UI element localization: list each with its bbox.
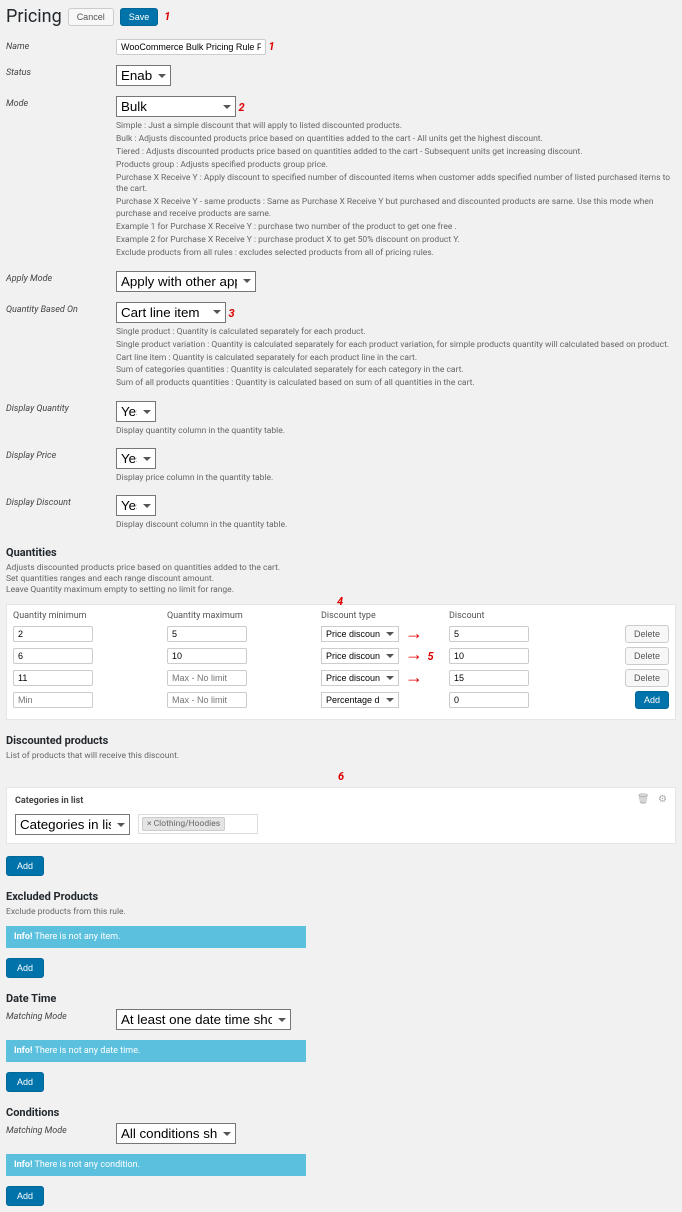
delete-button[interactable]: Delete xyxy=(625,625,669,643)
col-max: Quantity maximum xyxy=(167,611,317,621)
add-disc-prod-button[interactable]: Add xyxy=(6,856,44,876)
name-input[interactable] xyxy=(116,39,266,55)
annotation-5: 5 xyxy=(427,650,433,663)
qty-min-input[interactable] xyxy=(13,626,93,642)
arrow-icon: → 5 xyxy=(405,655,445,657)
disp-disc-help: Display discount column in the quantity … xyxy=(116,520,676,532)
annotation-name: 1 xyxy=(268,40,274,53)
datetime-title: Date Time xyxy=(6,992,676,1005)
table-row: Percentage discount Add xyxy=(13,691,669,709)
discount-input[interactable] xyxy=(449,648,529,664)
datetime-match-select[interactable]: At least one date time should match xyxy=(116,1009,291,1030)
qty-max-input[interactable] xyxy=(167,670,247,686)
discount-type-select[interactable]: Price discount xyxy=(321,648,399,664)
col-type: Discount type xyxy=(321,611,401,621)
discount-type-select[interactable]: Price discount xyxy=(321,670,399,686)
apply-mode-label: Apply Mode xyxy=(6,271,116,292)
qty-max-input[interactable] xyxy=(167,648,247,664)
mode-help: Simple : Just a simple discount that wil… xyxy=(116,121,676,260)
table-row: Price discount → 5 Delete xyxy=(13,647,669,665)
qty-based-label: Quantity Based On xyxy=(6,302,116,391)
discount-input[interactable] xyxy=(449,692,529,708)
add-datetime-button[interactable]: Add xyxy=(6,1072,44,1092)
categories-panel: Categories in list 🗑 ⚙ Categories in lis… xyxy=(6,787,676,844)
discount-type-select[interactable]: Price discount xyxy=(321,626,399,642)
quantities-sub: Adjusts discounted products price based … xyxy=(6,563,676,596)
annotation-1: 1 xyxy=(164,10,170,23)
panel-title: Categories in list xyxy=(15,796,667,806)
annotation-4: 4 xyxy=(337,595,343,608)
status-select[interactable]: Enabled xyxy=(116,65,171,86)
category-tag[interactable]: × Clothing/Hoodies xyxy=(142,817,225,831)
delete-button[interactable]: Delete xyxy=(625,647,669,665)
excl-prod-info: Info! There is not any item. xyxy=(6,926,306,948)
quantities-title: Quantities xyxy=(6,546,676,559)
datetime-info: Info! There is not any date time. xyxy=(6,1040,306,1062)
apply-mode-select[interactable]: Apply with other applicable rules xyxy=(116,271,256,292)
qty-min-input[interactable] xyxy=(13,670,93,686)
gear-icon[interactable]: ⚙ xyxy=(658,794,667,805)
col-min: Quantity minimum xyxy=(13,611,163,621)
disp-qty-label: Display Quantity xyxy=(6,401,116,438)
category-selector[interactable]: Categories in list xyxy=(15,814,130,835)
qty-based-help: Single product : Quantity is calculated … xyxy=(116,327,676,390)
annotation-2: 2 xyxy=(238,101,244,114)
annotation-6: 6 xyxy=(338,770,344,783)
quantities-table: 4 Quantity minimum Quantity maximum Disc… xyxy=(6,604,676,720)
add-condition-button[interactable]: Add xyxy=(6,1186,44,1206)
disp-price-help: Display price column in the quantity tab… xyxy=(116,473,676,485)
conditions-title: Conditions xyxy=(6,1106,676,1119)
category-tags[interactable]: × Clothing/Hoodies xyxy=(138,814,258,834)
add-excl-prod-button[interactable]: Add xyxy=(6,958,44,978)
table-row: Price discount → Delete xyxy=(13,669,669,687)
qty-max-input[interactable] xyxy=(167,692,247,708)
disp-price-label: Display Price xyxy=(6,448,116,485)
trash-icon[interactable]: 🗑 xyxy=(637,794,650,805)
delete-button[interactable]: Delete xyxy=(625,669,669,687)
excl-prod-title: Excluded Products xyxy=(6,890,676,903)
disp-disc-label: Display Discount xyxy=(6,495,116,532)
table-row: Price discount → Delete xyxy=(13,625,669,643)
page-title: Pricing xyxy=(6,6,62,27)
qty-min-input[interactable] xyxy=(13,692,93,708)
mode-label: Mode xyxy=(6,96,116,261)
discount-type-select[interactable]: Percentage discount xyxy=(321,692,399,708)
disp-qty-select[interactable]: Yes xyxy=(116,401,156,422)
status-label: Status xyxy=(6,65,116,86)
disc-prod-title: Discounted products xyxy=(6,734,676,747)
annotation-3: 3 xyxy=(228,307,234,320)
add-row-button[interactable]: Add xyxy=(635,691,669,709)
qty-max-input[interactable] xyxy=(167,626,247,642)
excl-prod-sub: Exclude products from this rule. xyxy=(6,907,676,918)
disp-price-select[interactable]: Yes xyxy=(116,448,156,469)
col-disc: Discount xyxy=(449,611,599,621)
save-button[interactable]: Save xyxy=(120,8,159,26)
conditions-match-label: Matching Mode xyxy=(6,1123,116,1144)
disc-prod-sub: List of products that will receive this … xyxy=(6,751,676,762)
discount-input[interactable] xyxy=(449,626,529,642)
discount-input[interactable] xyxy=(449,670,529,686)
conditions-match-select[interactable]: All conditions should match xyxy=(116,1123,236,1144)
qty-based-select[interactable]: Cart line item xyxy=(116,302,226,323)
disp-disc-select[interactable]: Yes xyxy=(116,495,156,516)
cancel-button[interactable]: Cancel xyxy=(68,8,114,26)
name-label: Name xyxy=(6,39,116,55)
datetime-match-label: Matching Mode xyxy=(6,1009,116,1030)
qty-min-input[interactable] xyxy=(13,648,93,664)
mode-select[interactable]: Bulk xyxy=(116,96,236,117)
conditions-info: Info! There is not any condition. xyxy=(6,1154,306,1176)
disp-qty-help: Display quantity column in the quantity … xyxy=(116,426,676,438)
